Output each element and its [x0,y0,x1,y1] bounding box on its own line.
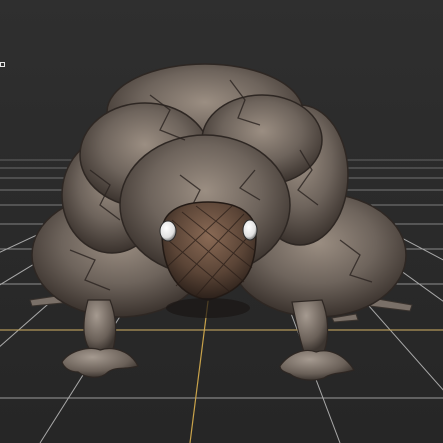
viewport-scene [0,63,443,443]
under-shadow [166,298,250,318]
3d-viewport[interactable] [0,0,443,443]
left-eye-icon [159,220,177,242]
rock-creature-model[interactable] [29,63,413,381]
right-eye-icon [242,219,258,241]
